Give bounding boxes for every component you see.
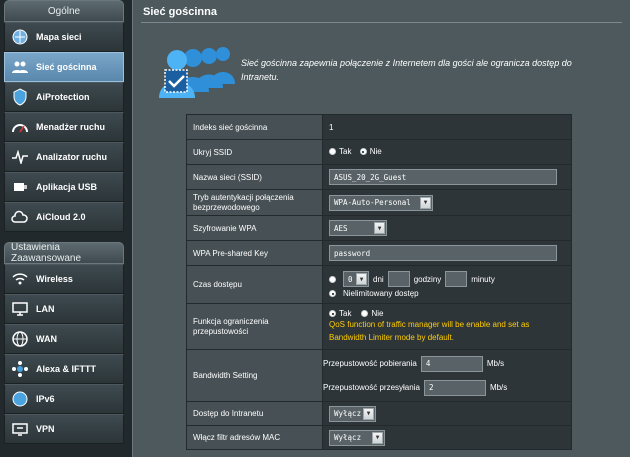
row-bandwidth-limiter: Funkcja ograniczenia przepustowości Tak …	[186, 303, 572, 350]
label-bandwidth-setting: Bandwidth Setting	[186, 349, 323, 402]
sidebar-item-wireless[interactable]: Wireless	[4, 264, 124, 294]
sidebar-item-label: AiProtection	[36, 92, 90, 102]
sidebar-item-label: Analizator ruchu	[36, 152, 108, 162]
cloud-icon	[10, 207, 30, 227]
sidebar-item-network-map[interactable]: Mapa sieci	[4, 22, 124, 52]
chevron-down-icon: ▼	[363, 407, 374, 420]
title-divider	[141, 22, 622, 23]
chevron-down-icon: ▼	[420, 196, 431, 209]
general-header: Ogólne	[4, 0, 124, 22]
hide-ssid-no-radio[interactable]: Nie	[359, 147, 382, 156]
row-hide-ssid: Ukryj SSID Tak Nie	[186, 139, 572, 165]
label-wpa-encryption: Szyfrowanie WPA	[186, 215, 323, 241]
vpn-icon	[10, 419, 30, 439]
alexa-icon	[10, 359, 30, 379]
sidebar-item-label: Aplikacja USB	[36, 182, 98, 192]
row-access-time: Czas dostępu 0 ▼ dni godziny minuty Nieli…	[186, 265, 572, 304]
limited-access-radio[interactable]	[329, 275, 336, 283]
label-guest-index: Indeks sieć gościnna	[186, 114, 323, 140]
chevron-down-icon: ▼	[356, 273, 367, 285]
chevron-down-icon: ▼	[374, 222, 385, 234]
label-bandwidth-limiter: Funkcja ograniczenia przepustowości	[186, 303, 323, 350]
mac-filter-select[interactable]: Wyłącz ▼	[329, 429, 385, 446]
sidebar: Ogólne Mapa sieci Sieć gościnna AiProtec…	[0, 0, 128, 457]
wireless-icon	[10, 269, 30, 289]
sidebar-item-usb-application[interactable]: Aplikacja USB	[4, 172, 124, 202]
guest-users-icon	[159, 47, 235, 98]
sidebar-item-label: IPv6	[36, 394, 55, 404]
shield-icon	[10, 87, 30, 107]
sidebar-item-label: LAN	[36, 304, 55, 314]
sidebar-item-label: Alexa & IFTTT	[36, 364, 97, 374]
label-auth-method: Tryb autentykacji połączenia bezprzewodo…	[186, 189, 323, 216]
upload-bandwidth-input[interactable]: 2	[423, 379, 486, 396]
bandwidth-limiter-yes-radio[interactable]: Tak	[329, 309, 351, 318]
label-hide-ssid: Ukryj SSID	[186, 139, 323, 165]
row-intranet-access: Dostęp do Intranetu Wyłącz ▼	[186, 401, 572, 426]
sidebar-item-label: Menadżer ruchu	[36, 122, 106, 132]
label-access-time: Czas dostępu	[186, 265, 323, 304]
row-ssid: Nazwa sieci (SSID) ASUS_20_2G_Guest	[186, 164, 572, 190]
qos-note: QoS function of traffic manager will be …	[329, 320, 530, 342]
sidebar-item-vpn[interactable]: VPN	[4, 414, 124, 444]
sidebar-item-lan[interactable]: LAN	[4, 294, 124, 324]
row-wpa-psk: WPA Pre-shared Key password	[186, 240, 572, 266]
label-ssid: Nazwa sieci (SSID)	[186, 164, 323, 190]
label-wpa-psk: WPA Pre-shared Key	[186, 240, 323, 266]
wpa-psk-input[interactable]: password	[329, 245, 557, 261]
value-guest-index: 1	[322, 114, 572, 140]
general-menu: Mapa sieci Sieć gościnna AiProtection Me…	[4, 22, 124, 232]
pulse-icon	[10, 147, 30, 167]
advanced-menu: Wireless LAN WAN Alexa & IFTTT IPv6 VPN	[4, 264, 124, 444]
sidebar-item-traffic-manager[interactable]: Menadżer ruchu	[4, 112, 124, 142]
sidebar-item-guest-network[interactable]: Sieć gościnna	[4, 52, 124, 82]
speedometer-icon	[10, 117, 30, 137]
label-intranet-access: Dostęp do Intranetu	[186, 401, 323, 426]
row-guest-index: Indeks sieć gościnna 1	[186, 114, 572, 140]
sidebar-item-label: VPN	[36, 424, 55, 434]
network-map-icon	[10, 27, 30, 47]
row-wpa-encryption: Szyfrowanie WPA AES ▼	[186, 215, 572, 241]
unlimited-access-radio[interactable]: Nielimitowany dostęp	[329, 289, 565, 298]
row-bandwidth-setting: Bandwidth Setting Przepustowość pobieran…	[186, 349, 572, 402]
sidebar-item-alexa-ifttt[interactable]: Alexa & IFTTT	[4, 354, 124, 384]
access-days-select[interactable]: 0 ▼	[343, 271, 369, 287]
guest-network-icon	[10, 57, 30, 77]
access-hours-input[interactable]	[387, 271, 410, 287]
sidebar-item-ipv6[interactable]: IPv6	[4, 384, 124, 414]
row-auth-method: Tryb autentykacji połączenia bezprzewodo…	[186, 189, 572, 216]
lan-icon	[10, 299, 30, 319]
sidebar-item-aicloud[interactable]: AiCloud 2.0	[4, 202, 124, 232]
ipv6-icon	[10, 389, 30, 409]
sidebar-item-label: Mapa sieci	[36, 32, 82, 42]
wpa-encryption-select[interactable]: AES ▼	[329, 220, 387, 236]
chevron-down-icon: ▼	[372, 431, 383, 444]
advanced-header: Ustawienia Zaawansowane	[4, 242, 124, 264]
sidebar-item-label: WAN	[36, 334, 57, 344]
hide-ssid-yes-radio[interactable]: Tak	[329, 147, 351, 156]
ssid-input[interactable]: ASUS_20_2G_Guest	[329, 169, 557, 185]
sidebar-item-traffic-analyzer[interactable]: Analizator ruchu	[4, 142, 124, 172]
page-description: Sieć gościnna zapewnia połączenie z Inte…	[241, 58, 572, 82]
usb-icon	[10, 177, 30, 197]
auth-method-select[interactable]: WPA-Auto-Personal ▼	[329, 194, 433, 211]
sidebar-item-aiprotection[interactable]: AiProtection	[4, 82, 124, 112]
download-bandwidth-input[interactable]: 4	[420, 355, 483, 372]
sidebar-item-wan[interactable]: WAN	[4, 324, 124, 354]
page-title: Sieć gościnna	[143, 6, 217, 18]
intranet-access-select[interactable]: Wyłącz ▼	[329, 405, 376, 422]
main-panel: Sieć gościnna Sieć gościnna zapewnia poł…	[132, 0, 630, 457]
globe-icon	[10, 329, 30, 349]
sidebar-item-label: Wireless	[36, 274, 73, 284]
access-minutes-input[interactable]	[445, 271, 468, 287]
bandwidth-limiter-no-radio[interactable]: Nie	[361, 309, 383, 318]
row-mac-filter: Włącz filtr adresów MAC Wyłącz ▼	[186, 425, 572, 450]
guest-settings-table: Indeks sieć gościnna 1 Ukryj SSID Tak Ni…	[186, 114, 572, 450]
sidebar-item-label: AiCloud 2.0	[36, 212, 86, 222]
label-mac-filter: Włącz filtr adresów MAC	[186, 425, 323, 450]
sidebar-item-label: Sieć gościnna	[36, 62, 97, 72]
